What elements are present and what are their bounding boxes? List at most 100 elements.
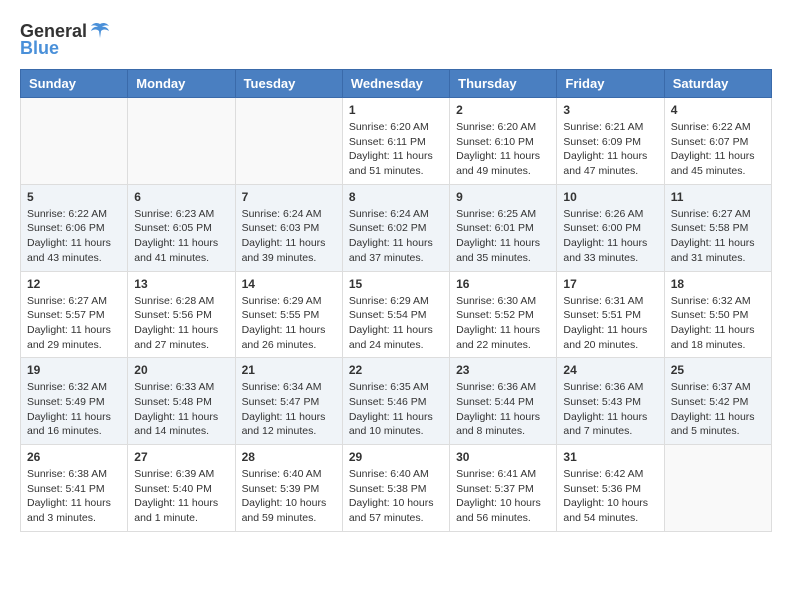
day-number: 20 [134,363,228,377]
weekday-header-monday: Monday [128,70,235,98]
day-number: 21 [242,363,336,377]
day-info: Sunrise: 6:36 AM Sunset: 5:44 PM Dayligh… [456,380,550,439]
day-number: 14 [242,277,336,291]
calendar-day-30: 30 Sunrise: 6:41 AM Sunset: 5:37 PM Dayli… [450,445,557,532]
day-number: 10 [563,190,657,204]
day-info: Sunrise: 6:41 AM Sunset: 5:37 PM Dayligh… [456,467,550,526]
calendar-day-6: 6Sunrise: 6:23 AM Sunset: 6:05 PM Daylig… [128,184,235,271]
day-info: Sunrise: 6:35 AM Sunset: 5:46 PM Dayligh… [349,380,443,439]
calendar-day-20: 20 Sunrise: 6:33 AM Sunset: 5:48 PM Dayli… [128,358,235,445]
calendar-day-10: 10 Sunrise: 6:26 AM Sunset: 6:00 PM Dayli… [557,184,664,271]
day-info: Sunrise: 6:28 AM Sunset: 5:56 PM Dayligh… [134,294,228,353]
weekday-header-tuesday: Tuesday [235,70,342,98]
calendar-day-11: 11 Sunrise: 6:27 AM Sunset: 5:58 PM Dayli… [664,184,771,271]
day-info: Sunrise: 6:32 AM Sunset: 5:50 PM Dayligh… [671,294,765,353]
weekday-header-sunday: Sunday [21,70,128,98]
day-number: 29 [349,450,443,464]
day-number: 30 [456,450,550,464]
calendar-day-16: 16 Sunrise: 6:30 AM Sunset: 5:52 PM Dayli… [450,271,557,358]
day-number: 11 [671,190,765,204]
day-info: Sunrise: 6:26 AM Sunset: 6:00 PM Dayligh… [563,207,657,266]
calendar-day-22: 22 Sunrise: 6:35 AM Sunset: 5:46 PM Dayli… [342,358,449,445]
calendar-week-row: 1 Sunrise: 6:20 AM Sunset: 6:11 PM Daylig… [21,98,772,185]
day-number: 13 [134,277,228,291]
day-number: 28 [242,450,336,464]
day-info: Sunrise: 6:34 AM Sunset: 5:47 PM Dayligh… [242,380,336,439]
calendar-day-8: 8Sunrise: 6:24 AM Sunset: 6:02 PM Daylig… [342,184,449,271]
day-number: 3 [563,103,657,117]
calendar-day-4: 4Sunrise: 6:22 AM Sunset: 6:07 PM Daylig… [664,98,771,185]
day-number: 27 [134,450,228,464]
calendar-week-row: 5 Sunrise: 6:22 AM Sunset: 6:06 PM Daylig… [21,184,772,271]
day-number: 2 [456,103,550,117]
day-number: 22 [349,363,443,377]
calendar-day-5: 5 Sunrise: 6:22 AM Sunset: 6:06 PM Daylig… [21,184,128,271]
day-number: 23 [456,363,550,377]
calendar-table: SundayMondayTuesdayWednesdayThursdayFrid… [20,69,772,532]
calendar-day-21: 21 Sunrise: 6:34 AM Sunset: 5:47 PM Dayli… [235,358,342,445]
day-info: Sunrise: 6:27 AM Sunset: 5:58 PM Dayligh… [671,207,765,266]
day-number: 16 [456,277,550,291]
logo: General Blue [20,20,111,59]
calendar-empty-cell [128,98,235,185]
day-info: Sunrise: 6:29 AM Sunset: 5:54 PM Dayligh… [349,294,443,353]
calendar-week-row: 19Sunrise: 6:32 AM Sunset: 5:49 PM Dayli… [21,358,772,445]
day-info: Sunrise: 6:39 AM Sunset: 5:40 PM Dayligh… [134,467,228,526]
day-info: Sunrise: 6:29 AM Sunset: 5:55 PM Dayligh… [242,294,336,353]
day-number: 7 [242,190,336,204]
day-info: Sunrise: 6:40 AM Sunset: 5:38 PM Dayligh… [349,467,443,526]
day-number: 4 [671,103,765,117]
day-info: Sunrise: 6:21 AM Sunset: 6:09 PM Dayligh… [563,120,657,179]
day-info: Sunrise: 6:20 AM Sunset: 6:11 PM Dayligh… [349,120,443,179]
day-number: 25 [671,363,765,377]
day-number: 24 [563,363,657,377]
calendar-day-31: 31 Sunrise: 6:42 AM Sunset: 5:36 PM Dayli… [557,445,664,532]
day-info: Sunrise: 6:25 AM Sunset: 6:01 PM Dayligh… [456,207,550,266]
calendar-day-14: 14 Sunrise: 6:29 AM Sunset: 5:55 PM Dayli… [235,271,342,358]
logo-blue-text: Blue [20,38,59,59]
day-info: Sunrise: 6:37 AM Sunset: 5:42 PM Dayligh… [671,380,765,439]
calendar-day-19: 19Sunrise: 6:32 AM Sunset: 5:49 PM Dayli… [21,358,128,445]
logo-bird-icon [89,20,111,42]
calendar-empty-cell [21,98,128,185]
calendar-day-17: 17 Sunrise: 6:31 AM Sunset: 5:51 PM Dayli… [557,271,664,358]
day-info: Sunrise: 6:36 AM Sunset: 5:43 PM Dayligh… [563,380,657,439]
calendar-day-29: 29 Sunrise: 6:40 AM Sunset: 5:38 PM Dayli… [342,445,449,532]
weekday-header-thursday: Thursday [450,70,557,98]
calendar-day-12: 12Sunrise: 6:27 AM Sunset: 5:57 PM Dayli… [21,271,128,358]
day-info: Sunrise: 6:38 AM Sunset: 5:41 PM Dayligh… [27,467,121,526]
day-info: Sunrise: 6:42 AM Sunset: 5:36 PM Dayligh… [563,467,657,526]
calendar-day-13: 13 Sunrise: 6:28 AM Sunset: 5:56 PM Dayli… [128,271,235,358]
calendar-day-23: 23 Sunrise: 6:36 AM Sunset: 5:44 PM Dayli… [450,358,557,445]
weekday-header-wednesday: Wednesday [342,70,449,98]
day-info: Sunrise: 6:22 AM Sunset: 6:06 PM Dayligh… [27,207,121,266]
calendar-day-1: 1 Sunrise: 6:20 AM Sunset: 6:11 PM Daylig… [342,98,449,185]
day-number: 31 [563,450,657,464]
day-number: 17 [563,277,657,291]
day-number: 26 [27,450,121,464]
day-info: Sunrise: 6:40 AM Sunset: 5:39 PM Dayligh… [242,467,336,526]
calendar-day-7: 7 Sunrise: 6:24 AM Sunset: 6:03 PM Daylig… [235,184,342,271]
day-number: 5 [27,190,121,204]
day-info: Sunrise: 6:33 AM Sunset: 5:48 PM Dayligh… [134,380,228,439]
calendar-day-9: 9Sunrise: 6:25 AM Sunset: 6:01 PM Daylig… [450,184,557,271]
calendar-day-28: 28 Sunrise: 6:40 AM Sunset: 5:39 PM Dayli… [235,445,342,532]
day-number: 18 [671,277,765,291]
day-number: 1 [349,103,443,117]
page-header: General Blue [20,20,772,59]
day-number: 15 [349,277,443,291]
calendar-day-3: 3 Sunrise: 6:21 AM Sunset: 6:09 PM Daylig… [557,98,664,185]
day-info: Sunrise: 6:30 AM Sunset: 5:52 PM Dayligh… [456,294,550,353]
calendar-day-27: 27 Sunrise: 6:39 AM Sunset: 5:40 PM Dayli… [128,445,235,532]
weekday-header-saturday: Saturday [664,70,771,98]
day-info: Sunrise: 6:24 AM Sunset: 6:02 PM Dayligh… [349,207,443,266]
day-info: Sunrise: 6:20 AM Sunset: 6:10 PM Dayligh… [456,120,550,179]
day-info: Sunrise: 6:31 AM Sunset: 5:51 PM Dayligh… [563,294,657,353]
day-info: Sunrise: 6:24 AM Sunset: 6:03 PM Dayligh… [242,207,336,266]
day-number: 12 [27,277,121,291]
calendar-day-26: 26 Sunrise: 6:38 AM Sunset: 5:41 PM Dayli… [21,445,128,532]
day-number: 19 [27,363,121,377]
calendar-empty-cell [235,98,342,185]
weekday-header-friday: Friday [557,70,664,98]
day-info: Sunrise: 6:23 AM Sunset: 6:05 PM Dayligh… [134,207,228,266]
